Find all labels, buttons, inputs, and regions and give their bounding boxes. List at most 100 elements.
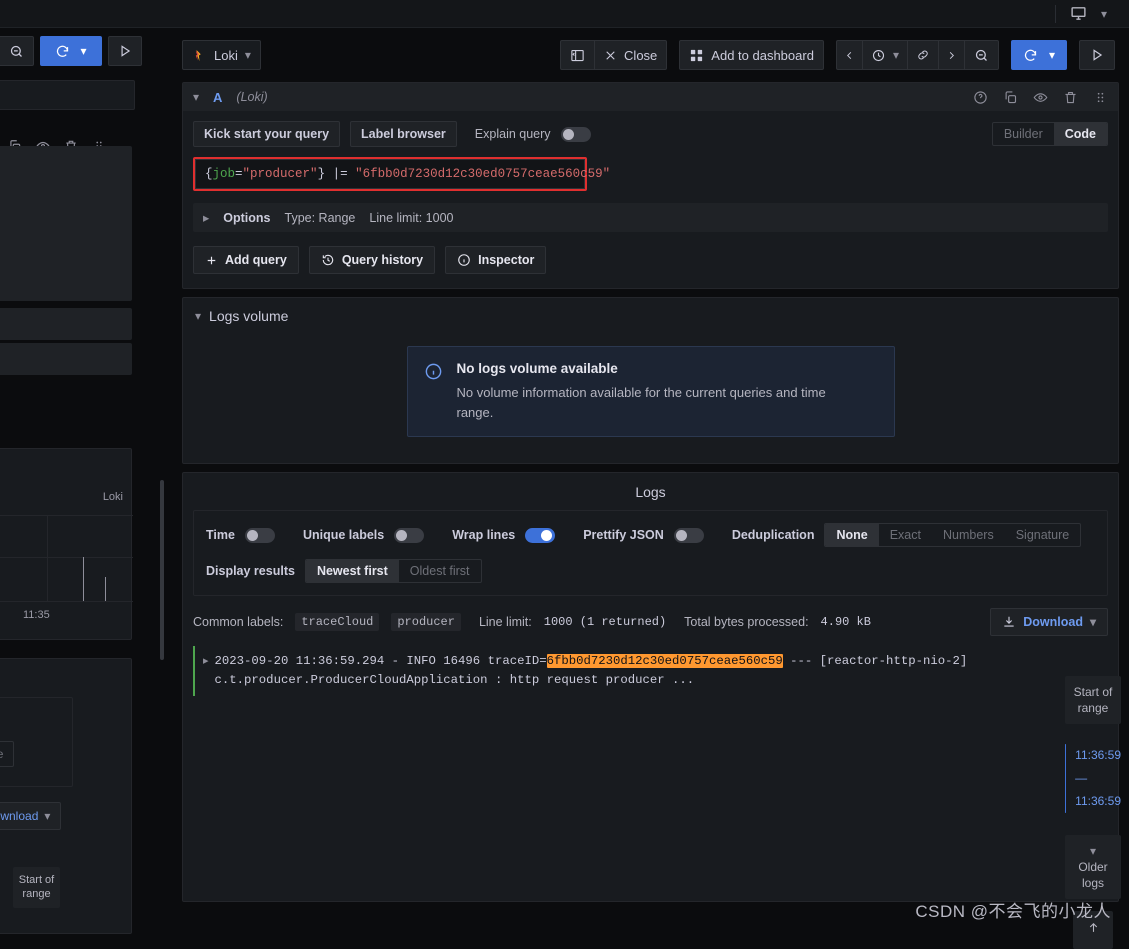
time-shift-back-button[interactable] [836,40,862,70]
help-icon[interactable] [973,90,988,105]
order-option-oldest-first[interactable]: Oldest first [399,560,481,582]
background-refresh-button[interactable]: ▾ [40,36,102,66]
eye-icon[interactable] [1033,90,1048,105]
log-rows: ▸ 2023-09-20 11:36:59.294 - INFO 16496 t… [193,646,1108,696]
logs-volume-title: Logs volume [209,308,288,324]
dedup-option-numbers[interactable]: Numbers [932,524,1005,546]
download-logs-button[interactable]: Download ▾ [990,608,1108,636]
zoom-out-button[interactable] [964,40,999,70]
query-mode-toggle[interactable]: Builder Code [992,122,1108,146]
range-from: 11:36:59 [1075,744,1121,767]
background-zoom-out-icon[interactable] [0,36,34,66]
explain-query-toggle[interactable] [561,127,591,142]
bytes-processed-label: Total bytes processed: [684,615,808,629]
add-to-dashboard-button[interactable]: Add to dashboard [679,40,824,70]
copy-icon[interactable] [1003,90,1018,105]
inspector-label: Inspector [478,253,534,267]
options-chevron-right-icon[interactable]: ▸ [203,210,209,225]
query-history-button[interactable]: Query history [309,246,435,274]
background-run-query-icon[interactable] [108,36,142,66]
datasource-chevron-down-icon[interactable]: ▾ [245,48,251,62]
clock-icon [871,48,886,63]
dedup-option-signature[interactable]: Signature [1005,524,1081,546]
time-shift-forward-button[interactable] [938,40,964,70]
dedup-option-none[interactable]: None [825,524,878,546]
logs-options-line-2: Display results Newest first Oldest firs… [206,559,1095,583]
trash-icon[interactable] [1063,90,1078,105]
kick-start-query-button[interactable]: Kick start your query [193,121,340,147]
range-dash: — [1075,767,1121,790]
background-chart-bar [83,557,84,601]
run-query-button[interactable] [1079,40,1115,70]
background-chart-legend: Loki [103,491,123,503]
background-chart-bar [105,577,106,601]
background-chart-xtick: 11:35 [23,609,50,621]
no-logs-volume-alert: No logs volume available No volume infor… [407,346,895,437]
share-shortened-link-button[interactable] [907,40,938,70]
monitor-icon[interactable] [1070,5,1087,22]
log-row[interactable]: ▸ 2023-09-20 11:36:59.294 - INFO 16496 t… [193,646,1108,696]
time-toggle[interactable] [245,528,275,543]
datasource-picker[interactable]: Loki ▾ [182,40,261,70]
split-pane-icon [570,48,585,63]
background-logs-volume-chart: Loki 11:35 [0,448,132,640]
expr-label-eq: = [235,167,243,181]
logs-volume-header[interactable]: ▾ Logs volume [183,298,1118,324]
background-download-button[interactable]: Download ▾ [0,802,61,830]
display-order-options[interactable]: Newest first Oldest first [305,559,482,583]
inspector-button[interactable]: Inspector [445,246,546,274]
log-row-expand-chevron-right-icon[interactable]: ▸ [203,652,209,690]
top-bar-chevron-down-icon[interactable]: ▾ [1101,7,1107,21]
refresh-chevron-down-icon[interactable]: ▾ [1049,48,1055,62]
add-query-button[interactable]: Add query [193,246,299,274]
query-mode-code[interactable]: Code [1054,123,1107,145]
query-mode-builder[interactable]: Builder [993,123,1054,145]
start-of-range-button[interactable]: Start of range [1065,676,1121,724]
query-collapse-chevron-down-icon[interactable]: ▾ [193,90,199,104]
label-browser-button[interactable]: Label browser [350,121,457,147]
logs-card: Logs Time Unique labels Wrap lines Prett… [182,472,1119,902]
prettify-json-toggle[interactable] [674,528,704,543]
common-labels-label: Common labels: [193,615,283,629]
background-scrollbar[interactable] [160,480,164,660]
close-split-button[interactable]: Close [594,40,667,70]
common-label-chip[interactable]: traceCloud [295,613,379,631]
unique-labels-toggle-label: Unique labels [303,528,384,542]
logs-meta-row: Common labels: traceCloud producer Line … [183,596,1118,636]
refresh-button[interactable]: ▾ [1011,40,1067,70]
background-start-of-range[interactable]: Start of range [13,867,60,908]
download-chevron-down-icon[interactable]: ▾ [1090,615,1096,629]
deduplication-label: Deduplication [732,528,815,542]
drag-handle-icon[interactable] [1093,90,1108,105]
time-picker-chevron-down-icon[interactable]: ▾ [893,48,899,62]
background-download-label: Download [0,809,38,823]
options-line-limit: Line limit: 1000 [369,211,453,225]
time-range-group: ▾ [836,40,999,70]
logs-volume-collapse-chevron-down-icon[interactable]: ▾ [195,309,201,323]
time-picker-button[interactable]: ▾ [862,40,907,70]
wrap-lines-toggle[interactable] [525,528,555,543]
unique-labels-toggle[interactable] [394,528,424,543]
log-row-highlight: 6fbb0d7230d12c30ed0757ceae560c59 [547,654,783,668]
split-pane-button[interactable] [560,40,594,70]
explain-query-label: Explain query [475,127,551,141]
query-row-header: ▾ A (Loki) [183,83,1118,111]
watermark: CSDN @不会飞的小龙人 [915,897,1111,922]
alert-description: No volume information available for the … [457,383,847,422]
query-row-actions [973,90,1108,105]
expr-operator: |= [333,167,348,181]
query-options-row[interactable]: ▸ Options Type: Range Line limit: 1000 [193,203,1108,232]
common-label-chip[interactable]: producer [391,613,461,631]
dashboard-grid-icon [689,48,704,63]
download-icon [1002,615,1016,629]
expr-selector-open: { [205,167,213,181]
background-signature-button[interactable]: Signature [0,741,14,767]
older-logs-button[interactable]: ▾ Older logs [1065,835,1121,900]
query-editor-body: Kick start your query Label browser Expl… [183,111,1118,232]
line-limit-label: Line limit: [479,615,532,629]
dedup-option-exact[interactable]: Exact [879,524,932,546]
query-expression-input[interactable]: {job="producer"} |= "6fbb0d7230d12c30ed0… [195,159,585,189]
order-option-newest-first[interactable]: Newest first [306,560,399,582]
deduplication-options[interactable]: None Exact Numbers Signature [824,523,1081,547]
alert-title: No logs volume available [457,361,847,376]
